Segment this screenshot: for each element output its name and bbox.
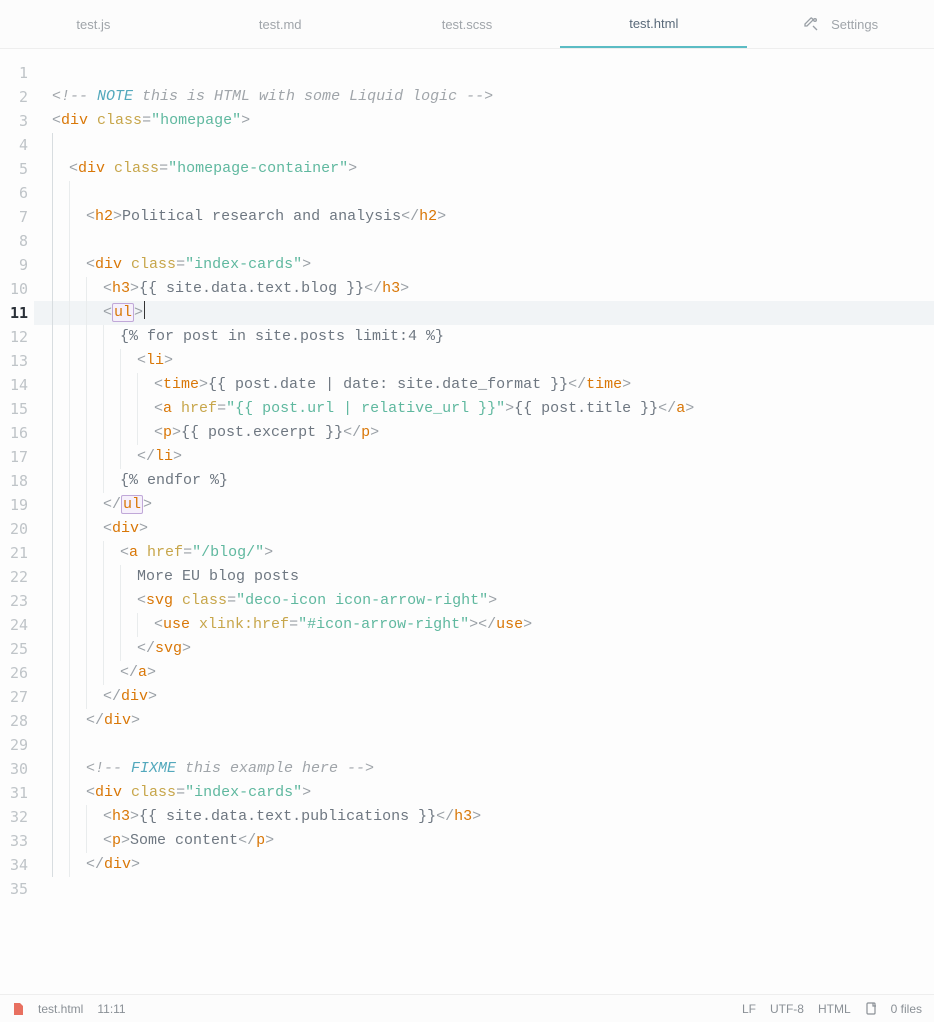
tab-test-html[interactable]: test.html — [560, 0, 747, 48]
status-language[interactable]: HTML — [818, 1002, 851, 1016]
status-filename: test.html — [38, 1002, 83, 1016]
file-modified-icon — [12, 1003, 24, 1015]
status-file-count[interactable]: 0 files — [891, 1002, 922, 1016]
line-number-gutter: 1234567891011121314151617181920212223242… — [0, 49, 34, 994]
tab-test-md[interactable]: test.md — [187, 0, 374, 48]
files-icon — [865, 1002, 877, 1016]
tab-bar: test.js test.md test.scss test.html Sett… — [0, 0, 934, 49]
tab-test-js[interactable]: test.js — [0, 0, 187, 48]
status-eol[interactable]: LF — [742, 1002, 756, 1016]
code-area[interactable]: <!-- NOTE this is HTML with some Liquid … — [34, 49, 934, 994]
settings-icon — [803, 16, 819, 32]
status-cursor-pos[interactable]: 11:11 — [97, 1002, 125, 1016]
tab-settings[interactable]: Settings — [747, 0, 934, 48]
status-encoding[interactable]: UTF-8 — [770, 1002, 804, 1016]
code-editor[interactable]: 1234567891011121314151617181920212223242… — [0, 49, 934, 994]
status-bar: test.html 11:11 LF UTF-8 HTML 0 files — [0, 994, 934, 1022]
tab-test-scss[interactable]: test.scss — [374, 0, 561, 48]
